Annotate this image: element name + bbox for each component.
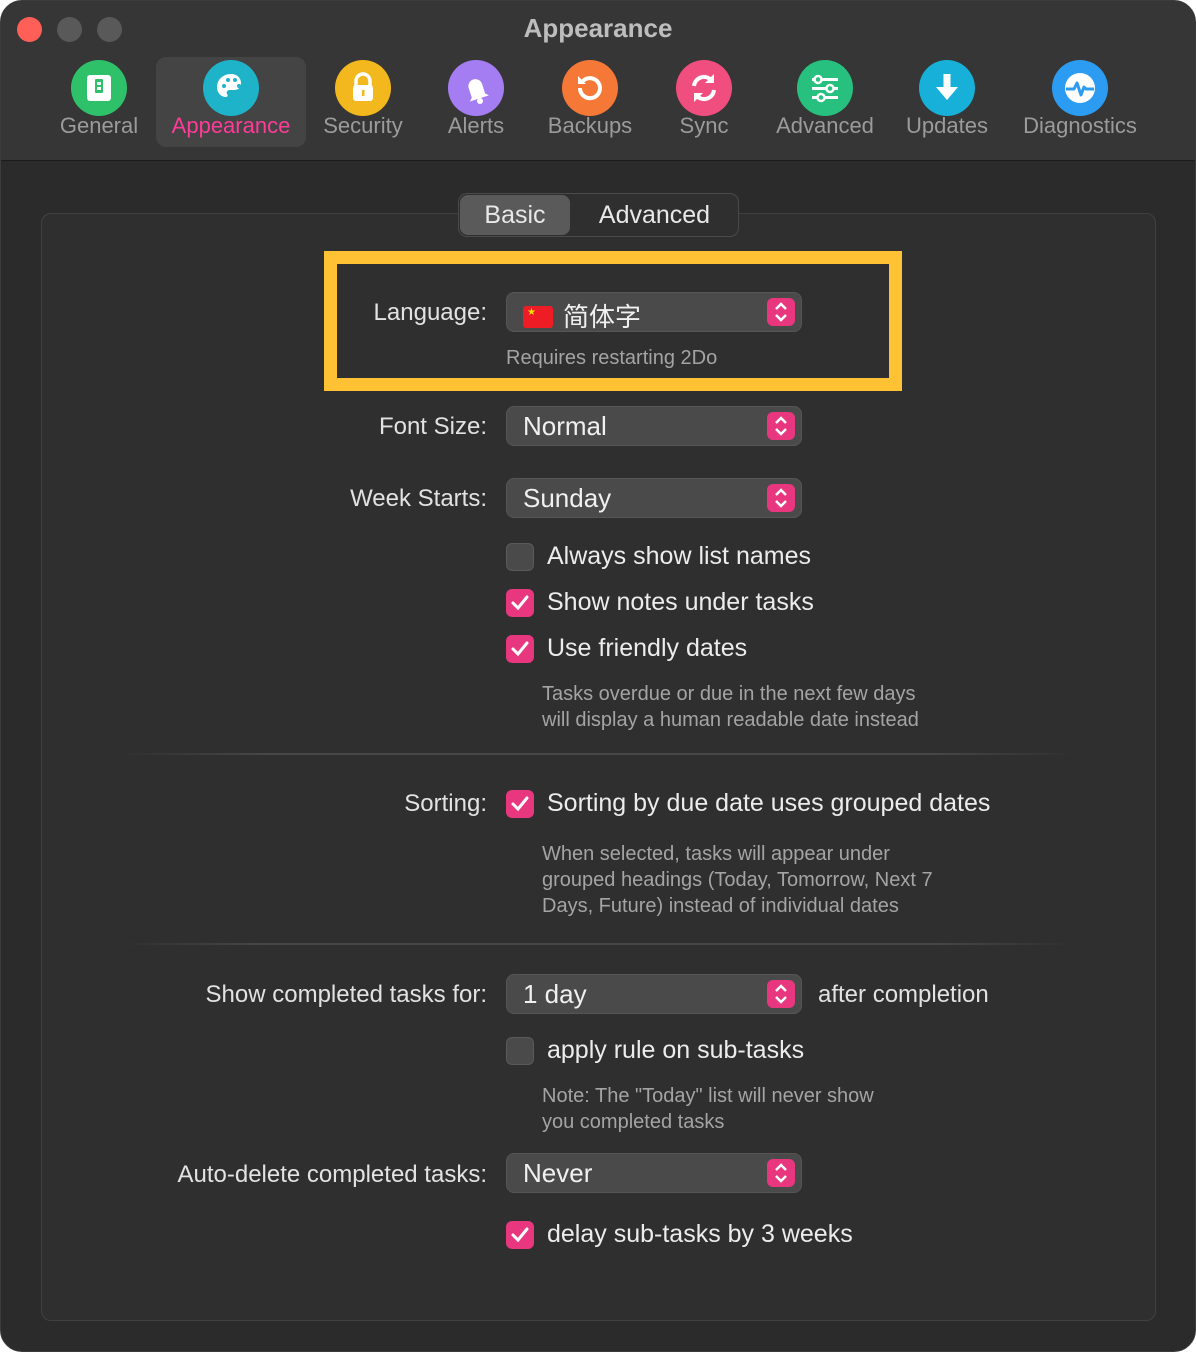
- show-notes-label: Show notes under tasks: [547, 588, 814, 616]
- sorting-hint-line-1: When selected, tasks will appear under: [542, 843, 890, 865]
- apply-rule-subtasks-label: apply rule on sub-tasks: [547, 1036, 805, 1064]
- friendly-dates-hint-line-1: Tasks overdue or due in the next few day…: [542, 683, 916, 705]
- font-size-value: Normal: [523, 411, 607, 441]
- font-size-label: Font Size:: [378, 413, 487, 440]
- today-note-line-1: Note: The "Today" list will never show: [542, 1085, 874, 1107]
- download-icon: [919, 60, 975, 116]
- auto-delete-label: Auto-delete completed tasks:: [177, 1161, 487, 1188]
- checkmark-icon: [506, 790, 534, 818]
- tab-sync[interactable]: Sync: [661, 57, 747, 147]
- always-show-list-names-label: Always show list names: [547, 542, 811, 570]
- checkmark-icon: [506, 589, 534, 617]
- friendly-dates-hint-line-2: will display a human readable date inste…: [542, 709, 919, 731]
- tab-advanced-label: Advanced: [776, 113, 874, 138]
- basic-advanced-segmented-control: Basic Advanced: [458, 193, 739, 237]
- preferences-window: Appearance General Appearance Security A…: [0, 0, 1196, 1352]
- section-divider: [121, 943, 1076, 945]
- sorting-grouped-dates-label: Sorting by due date uses grouped dates: [547, 789, 991, 817]
- auto-delete-stepper-icon: [767, 1159, 795, 1187]
- sliders-icon: [797, 60, 853, 116]
- tab-security-label: Security: [323, 113, 403, 138]
- show-completed-stepper-icon: [767, 980, 795, 1008]
- font-size-popup[interactable]: Normal: [506, 406, 802, 446]
- auto-delete-value: Never: [523, 1158, 593, 1188]
- tab-general-label: General: [59, 113, 139, 138]
- sorting-label: Sorting:: [404, 790, 487, 817]
- checkbox-unchecked: [506, 543, 534, 571]
- palette-icon: [203, 60, 259, 116]
- checkbox-unchecked: [506, 1037, 534, 1065]
- tab-backups-label: Backups: [547, 113, 633, 138]
- tab-appearance-label: Appearance: [171, 113, 291, 138]
- toolbar: Appearance General Appearance Security A…: [1, 1, 1195, 161]
- week-starts-stepper-icon: [767, 484, 795, 512]
- tab-general[interactable]: General: [53, 57, 145, 147]
- tab-backups[interactable]: Backups: [536, 57, 644, 147]
- tab-alerts[interactable]: Alerts: [431, 57, 521, 147]
- auto-delete-popup[interactable]: Never: [506, 1153, 802, 1193]
- window-title: Appearance: [523, 13, 673, 43]
- sorting-hint-line-3: Days, Future) instead of individual date…: [542, 895, 899, 917]
- tab-updates[interactable]: Updates: [899, 57, 995, 147]
- sync-icon: [676, 60, 732, 116]
- week-starts-popup[interactable]: Sunday: [506, 478, 802, 518]
- show-completed-value: 1 day: [523, 979, 587, 1009]
- show-completed-label: Show completed tasks for:: [205, 981, 487, 1008]
- after-completion-label: after completion: [818, 981, 989, 1008]
- week-starts-value: Sunday: [523, 483, 612, 513]
- bell-icon: [448, 60, 504, 116]
- general-icon: [71, 60, 127, 116]
- show-completed-popup[interactable]: 1 day: [506, 974, 802, 1014]
- font-size-stepper-icon: [767, 412, 795, 440]
- tab-security[interactable]: Security: [317, 57, 409, 147]
- checkmark-icon: [506, 1221, 534, 1249]
- tab-diagnostics[interactable]: Diagnostics: [1011, 57, 1149, 147]
- week-starts-label: Week Starts:: [350, 485, 487, 512]
- tab-advanced[interactable]: Advanced: [767, 57, 883, 147]
- backup-icon: [562, 60, 618, 116]
- checkmark-icon: [506, 635, 534, 663]
- segment-basic[interactable]: Basic: [460, 195, 570, 235]
- segment-advanced[interactable]: Advanced: [571, 194, 738, 236]
- tab-appearance[interactable]: Appearance: [156, 57, 306, 147]
- tab-updates-label: Updates: [906, 113, 988, 138]
- friendly-dates-label: Use friendly dates: [547, 634, 748, 662]
- pulse-icon: [1052, 60, 1108, 116]
- lock-icon: [335, 60, 391, 116]
- sorting-hint-line-2: grouped headings (Today, Tomorrow, Next …: [542, 869, 933, 891]
- tab-sync-label: Sync: [679, 113, 729, 138]
- tab-alerts-label: Alerts: [447, 113, 505, 138]
- tab-diagnostics-label: Diagnostics: [1023, 113, 1137, 138]
- delay-subtasks-label: delay sub-tasks by 3 weeks: [547, 1220, 853, 1248]
- today-note-line-2: you completed tasks: [542, 1111, 725, 1133]
- section-divider: [121, 753, 1076, 755]
- language-highlight-box: [324, 251, 902, 391]
